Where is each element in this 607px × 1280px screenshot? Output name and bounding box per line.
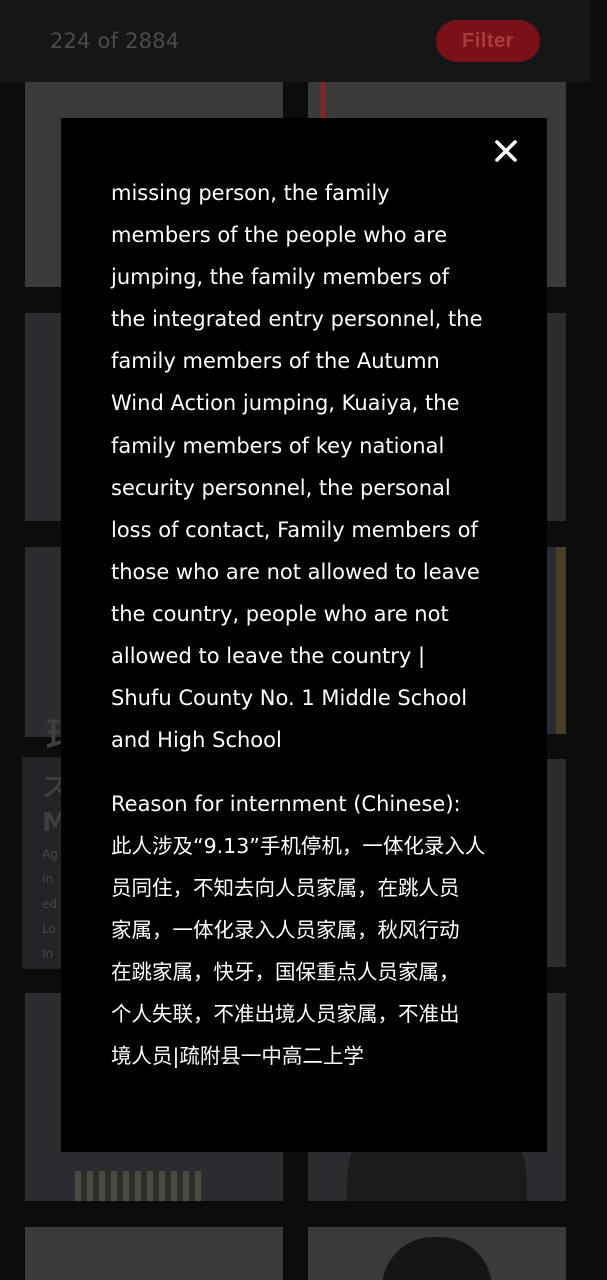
- portrait: [382, 1237, 492, 1280]
- result-counter: 224 of 2884: [50, 29, 180, 53]
- profile-card[interactable]: [25, 1227, 283, 1280]
- modal-content: missing person, the family members of th…: [111, 172, 511, 1077]
- portrait-detail: [75, 1171, 205, 1201]
- detail-modal: missing person, the family members of th…: [61, 118, 547, 1152]
- filter-button[interactable]: Filter: [436, 20, 540, 62]
- portrait-detail: [556, 547, 566, 734]
- portrait-detail: [320, 82, 326, 122]
- close-button[interactable]: [491, 136, 521, 166]
- top-bar: 224 of 2884 Filter: [0, 0, 590, 82]
- close-icon: [495, 140, 517, 162]
- scrollbar[interactable]: [590, 0, 607, 1280]
- description-english: missing person, the family members of th…: [111, 181, 483, 753]
- profile-card[interactable]: [308, 1227, 566, 1280]
- description-chinese: 此人涉及“9.13”手机停机，一体化录入人 员同住，不知去向人员家属，在跳人员 …: [111, 834, 486, 1069]
- reason-label: Reason for internment (Chinese):: [111, 792, 461, 817]
